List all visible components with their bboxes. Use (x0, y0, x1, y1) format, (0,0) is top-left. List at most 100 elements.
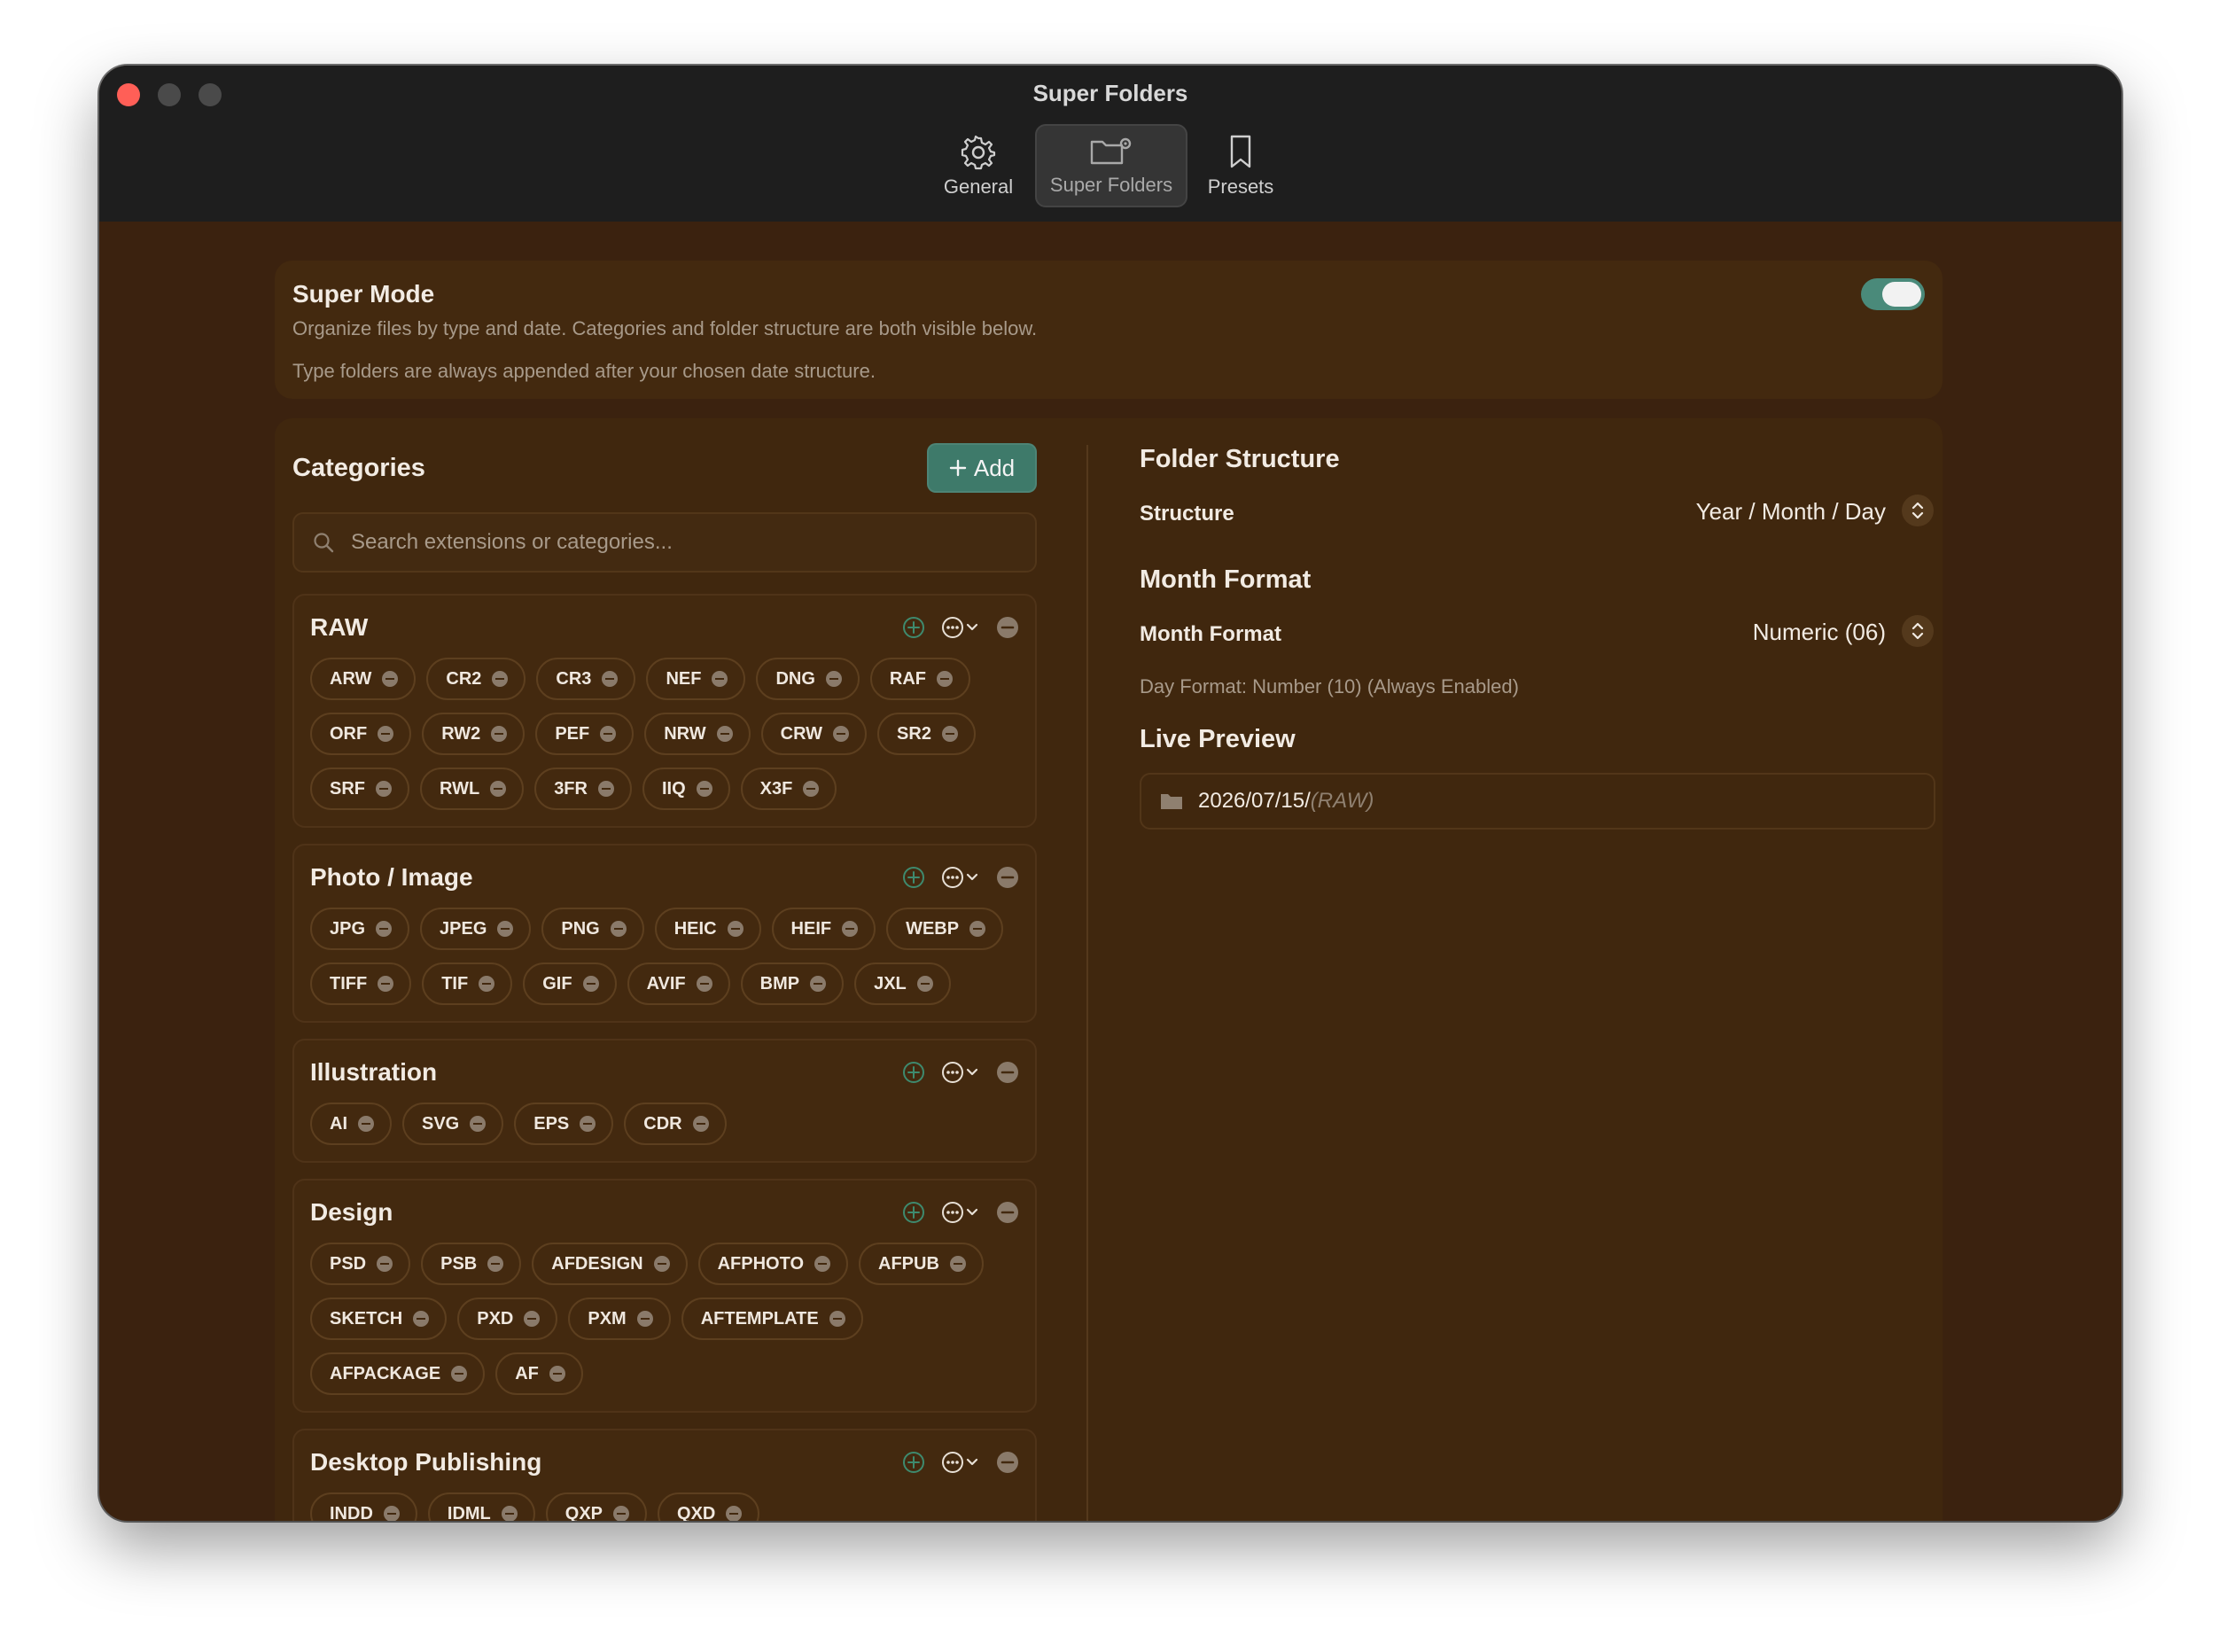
extension-chip[interactable]: DNG (756, 658, 860, 700)
extension-chip[interactable]: TIF (422, 962, 513, 1005)
extension-chip[interactable]: CR3 (536, 658, 636, 700)
remove-extension-icon[interactable] (580, 1116, 596, 1132)
add-extension-icon[interactable] (902, 1061, 925, 1084)
extension-chip[interactable]: PSB (421, 1243, 522, 1285)
remove-extension-icon[interactable] (610, 921, 627, 937)
add-extension-icon[interactable] (902, 1451, 925, 1474)
remove-category-icon[interactable] (996, 866, 1019, 889)
remove-extension-icon[interactable] (470, 1116, 487, 1132)
extension-chip[interactable]: JPG (310, 908, 410, 950)
extension-chip[interactable]: X3F (740, 768, 837, 810)
extension-chip[interactable]: JPEG (420, 908, 532, 950)
remove-extension-icon[interactable] (549, 1366, 565, 1382)
remove-extension-icon[interactable] (692, 1116, 709, 1132)
extension-chip[interactable]: PXM (568, 1297, 671, 1340)
more-options-icon[interactable] (941, 616, 980, 639)
remove-extension-icon[interactable] (497, 921, 514, 937)
remove-extension-icon[interactable] (833, 726, 850, 742)
remove-category-icon[interactable] (996, 1201, 1019, 1224)
search-input[interactable] (349, 529, 1026, 556)
extension-chip[interactable]: INDD (310, 1492, 417, 1521)
month-format-value[interactable]: Numeric (06) (1753, 619, 1886, 646)
extension-chip[interactable]: AVIF (627, 962, 730, 1005)
add-extension-icon[interactable] (902, 1201, 925, 1224)
add-extension-icon[interactable] (902, 616, 925, 639)
remove-extension-icon[interactable] (490, 781, 507, 797)
remove-extension-icon[interactable] (524, 1311, 541, 1327)
remove-extension-icon[interactable] (716, 726, 733, 742)
extension-chip[interactable]: QXD (658, 1492, 760, 1521)
extension-chip[interactable]: CDR (624, 1103, 727, 1145)
remove-extension-icon[interactable] (602, 671, 619, 687)
extension-chip[interactable]: AFDESIGN (532, 1243, 688, 1285)
remove-extension-icon[interactable] (487, 1256, 504, 1272)
remove-extension-icon[interactable] (600, 726, 617, 742)
extension-chip[interactable]: SKETCH (310, 1297, 448, 1340)
tab-presets[interactable]: Presets (1198, 124, 1283, 207)
remove-extension-icon[interactable] (378, 976, 394, 992)
extension-chip[interactable]: BMP (740, 962, 845, 1005)
extension-chip[interactable]: SVG (402, 1103, 504, 1145)
remove-extension-icon[interactable] (413, 1311, 430, 1327)
extension-chip[interactable]: AFPACKAGE (310, 1352, 486, 1395)
extension-chip[interactable]: CR2 (426, 658, 526, 700)
add-extension-icon[interactable] (902, 866, 925, 889)
extension-chip[interactable]: RW2 (422, 713, 526, 755)
extension-chip[interactable]: PNG (541, 908, 644, 950)
more-options-icon[interactable] (941, 1201, 980, 1224)
remove-extension-icon[interactable] (479, 976, 495, 992)
remove-extension-icon[interactable] (358, 1116, 374, 1132)
remove-extension-icon[interactable] (492, 671, 509, 687)
remove-extension-icon[interactable] (727, 921, 744, 937)
remove-extension-icon[interactable] (491, 726, 508, 742)
extension-chip[interactable]: QXP (545, 1492, 648, 1521)
category-search[interactable] (292, 512, 1037, 573)
remove-extension-icon[interactable] (582, 976, 599, 992)
extension-chip[interactable]: AFPUB (859, 1243, 984, 1285)
extension-chip[interactable]: RAF (869, 658, 970, 700)
remove-extension-icon[interactable] (613, 1506, 630, 1521)
remove-extension-icon[interactable] (814, 1256, 831, 1272)
remove-extension-icon[interactable] (842, 921, 859, 937)
tab-general[interactable]: General (932, 124, 1024, 207)
extension-chip[interactable]: AFPHOTO (697, 1243, 849, 1285)
remove-extension-icon[interactable] (376, 781, 392, 797)
extension-chip[interactable]: EPS (514, 1103, 614, 1145)
remove-extension-icon[interactable] (969, 921, 986, 937)
remove-extension-icon[interactable] (383, 1506, 400, 1521)
extension-chip[interactable]: WEBP (886, 908, 1004, 950)
remove-extension-icon[interactable] (941, 726, 958, 742)
extension-chip[interactable]: JXL (854, 962, 951, 1005)
extension-chip[interactable]: NEF (646, 658, 746, 700)
remove-category-icon[interactable] (996, 616, 1019, 639)
super-mode-toggle[interactable] (1861, 278, 1925, 310)
extension-chip[interactable]: AI (310, 1103, 392, 1145)
remove-extension-icon[interactable] (696, 976, 712, 992)
extension-chip[interactable]: HEIC (654, 908, 761, 950)
extension-chip[interactable]: PSD (310, 1243, 411, 1285)
extension-chip[interactable]: IIQ (642, 768, 730, 810)
structure-value[interactable]: Year / Month / Day (1696, 498, 1886, 526)
remove-extension-icon[interactable] (810, 976, 827, 992)
remove-extension-icon[interactable] (829, 1311, 845, 1327)
month-format-stepper[interactable] (1902, 615, 1934, 647)
more-options-icon[interactable] (941, 866, 980, 889)
add-category-button[interactable]: Add (927, 443, 1037, 493)
extension-chip[interactable]: PXD (457, 1297, 558, 1340)
extension-chip[interactable]: IDML (427, 1492, 535, 1521)
remove-extension-icon[interactable] (949, 1256, 966, 1272)
extension-chip[interactable]: TIFF (310, 962, 412, 1005)
remove-category-icon[interactable] (996, 1451, 1019, 1474)
more-options-icon[interactable] (941, 1451, 980, 1474)
remove-extension-icon[interactable] (451, 1366, 468, 1382)
extension-chip[interactable]: ORF (310, 713, 412, 755)
extension-chip[interactable]: SRF (310, 768, 409, 810)
extension-chip[interactable]: SR2 (877, 713, 976, 755)
remove-extension-icon[interactable] (825, 671, 842, 687)
extension-chip[interactable]: AF (495, 1352, 583, 1395)
remove-extension-icon[interactable] (726, 1506, 743, 1521)
remove-extension-icon[interactable] (501, 1506, 518, 1521)
extension-chip[interactable]: HEIF (771, 908, 876, 950)
extension-chip[interactable]: NRW (644, 713, 751, 755)
remove-extension-icon[interactable] (376, 921, 393, 937)
